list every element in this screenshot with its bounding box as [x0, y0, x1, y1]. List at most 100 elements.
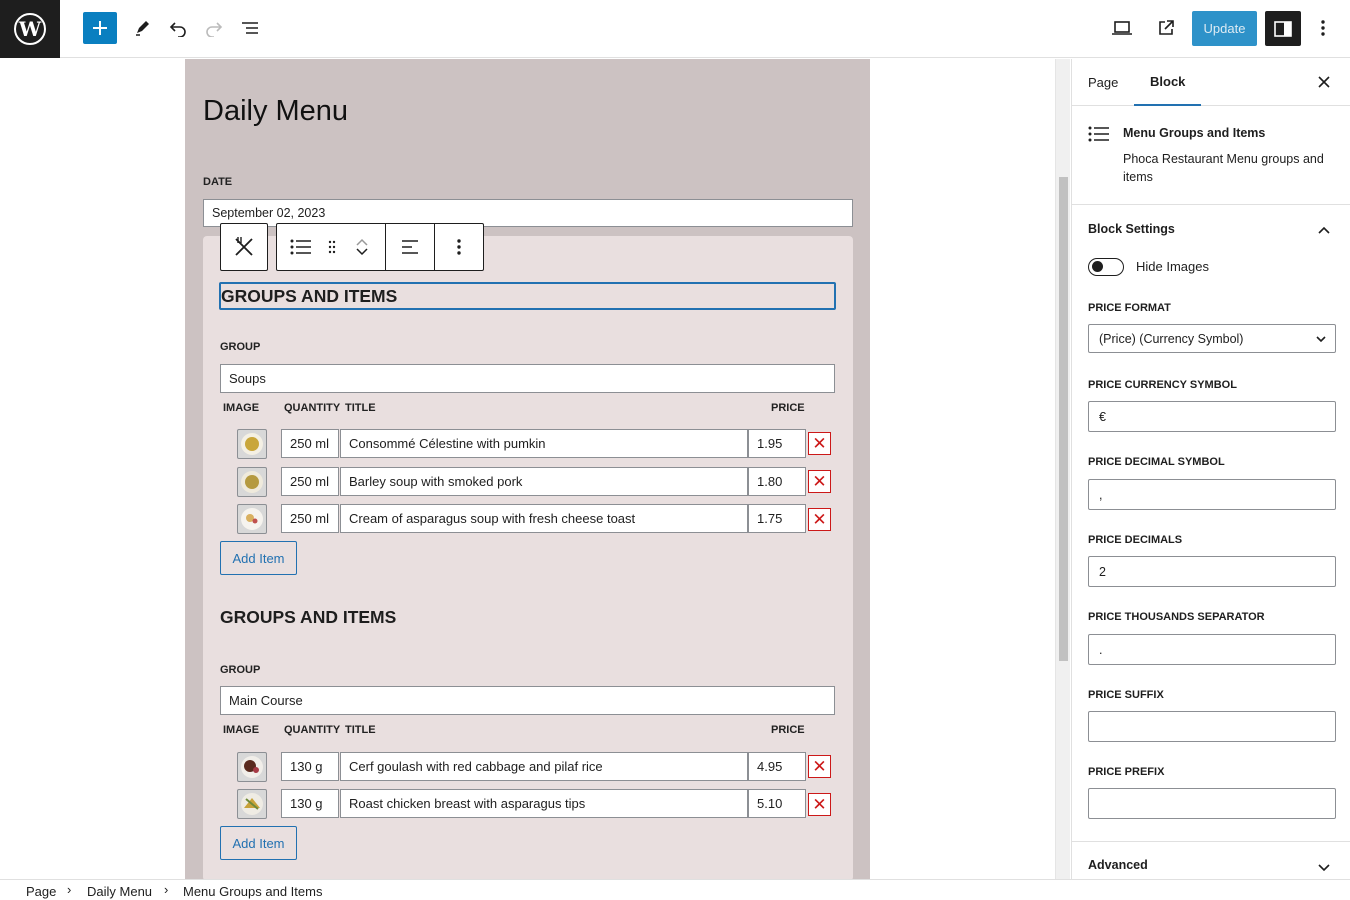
tab-page[interactable]: Page	[1072, 59, 1134, 106]
delete-item-button[interactable]: ✕	[808, 432, 831, 455]
prefix-field[interactable]	[1088, 788, 1336, 819]
item-title-field[interactable]: Cream of asparagus soup with fresh chees…	[340, 504, 748, 533]
block-settings-title[interactable]: Block Settings	[1088, 222, 1175, 236]
page-title[interactable]: Daily Menu	[203, 95, 348, 128]
page-content: Daily Menu DATE September 02, 2023 GROUP…	[185, 59, 870, 879]
delete-item-button[interactable]: ✕	[808, 793, 831, 816]
price-format-value: (Price) (Currency Symbol)	[1099, 331, 1244, 346]
move-controls	[339, 224, 385, 270]
undo-icon[interactable]	[161, 12, 195, 44]
group-heading[interactable]: GROUPS AND ITEMS	[219, 282, 836, 310]
sidebar-tabs: Page Block	[1072, 59, 1350, 106]
breadcrumb: Page › Daily Menu › Menu Groups and Item…	[0, 879, 1350, 900]
delete-item-button[interactable]: ✕	[808, 470, 831, 493]
item-quantity-field[interactable]: 130 g	[281, 752, 339, 781]
column-title: TITLE	[345, 724, 376, 736]
column-quantity: QUANTITY	[284, 724, 341, 736]
close-icon[interactable]	[1316, 74, 1332, 95]
item-title-field[interactable]: Cerf goulash with red cabbage and pilaf …	[340, 752, 748, 781]
item-image[interactable]	[237, 752, 267, 782]
breadcrumb-item[interactable]: Page	[26, 884, 56, 899]
item-image[interactable]	[237, 789, 267, 819]
group-name-field[interactable]: Main Course	[220, 686, 835, 715]
add-block-button[interactable]	[83, 12, 117, 44]
list-view-icon[interactable]	[233, 12, 267, 44]
currency-label: PRICE CURRENCY SYMBOL	[1088, 379, 1237, 391]
update-button[interactable]: Update	[1192, 11, 1257, 46]
price-format-label: PRICE FORMAT	[1088, 302, 1171, 314]
item-price-field[interactable]: 1.95	[748, 429, 806, 458]
chevron-up-icon[interactable]	[1317, 222, 1331, 240]
list-icon[interactable]	[277, 224, 325, 270]
item-title-field[interactable]: Consommé Célestine with pumkin	[340, 429, 748, 458]
decimals-label: PRICE DECIMALS	[1088, 534, 1183, 546]
group-label: GROUP	[220, 664, 261, 676]
hide-images-toggle[interactable]	[1088, 258, 1124, 276]
chevron-right-icon: ›	[67, 882, 72, 897]
delete-item-button[interactable]: ✕	[808, 755, 831, 778]
sidebar-icon[interactable]	[1265, 11, 1301, 46]
desktop-icon[interactable]	[1105, 12, 1139, 44]
breadcrumb-item[interactable]: Daily Menu	[87, 884, 152, 899]
group-name-field[interactable]: Soups	[220, 364, 835, 393]
close-icon: ✕	[812, 472, 827, 491]
group-label: GROUP	[220, 341, 261, 353]
breadcrumb-item[interactable]: Menu Groups and Items	[183, 884, 322, 899]
item-image[interactable]	[237, 467, 267, 497]
svg-text:W: W	[18, 17, 42, 41]
editor-canvas: Daily Menu DATE September 02, 2023 GROUP…	[0, 59, 1055, 879]
item-price-field[interactable]: 4.95	[748, 752, 806, 781]
align-icon[interactable]	[386, 224, 434, 270]
drag-icon[interactable]	[325, 224, 339, 270]
add-item-button[interactable]: Add Item	[220, 541, 297, 575]
block-title: Menu Groups and Items	[1123, 126, 1266, 140]
chevron-down-icon[interactable]	[355, 247, 369, 257]
date-label: DATE	[203, 176, 233, 188]
external-link-icon[interactable]	[1149, 12, 1183, 44]
item-price-field[interactable]: 5.10	[748, 789, 806, 818]
prefix-label: PRICE PREFIX	[1088, 766, 1165, 778]
delete-item-button[interactable]: ✕	[808, 508, 831, 531]
item-quantity-field[interactable]: 250 ml	[281, 429, 339, 458]
item-image[interactable]	[237, 504, 267, 534]
settings-sidebar: Page Block Menu Groups and Items Phoca R…	[1071, 59, 1350, 879]
add-item-button[interactable]: Add Item	[220, 826, 297, 860]
column-price: PRICE	[771, 724, 805, 736]
wordpress-logo[interactable]: W	[0, 0, 60, 58]
item-title-field[interactable]: Barley soup with smoked pork	[340, 467, 748, 496]
decimal-symbol-label: PRICE DECIMAL SYMBOL	[1088, 456, 1225, 468]
decimals-field[interactable]: 2	[1088, 556, 1336, 587]
thousands-label: PRICE THOUSANDS SEPARATOR	[1088, 611, 1265, 623]
item-quantity-field[interactable]: 250 ml	[281, 467, 339, 496]
block-type-toolbar[interactable]	[220, 223, 268, 271]
price-format-select[interactable]: (Price) (Currency Symbol)	[1088, 324, 1336, 353]
chevron-down-icon[interactable]	[1317, 860, 1331, 878]
editor-header: W Update	[0, 0, 1350, 58]
redo-icon[interactable]	[197, 12, 231, 44]
pencil-icon[interactable]	[125, 12, 159, 44]
group-heading[interactable]: GROUPS AND ITEMS	[220, 607, 396, 628]
close-icon: ✕	[812, 757, 827, 776]
item-quantity-field[interactable]: 130 g	[281, 789, 339, 818]
item-quantity-field[interactable]: 250 ml	[281, 504, 339, 533]
chevron-up-icon[interactable]	[355, 237, 369, 247]
fork-knife-icon[interactable]	[221, 224, 267, 270]
more-vertical-icon[interactable]	[1306, 12, 1340, 44]
advanced-title[interactable]: Advanced	[1088, 858, 1148, 872]
scrollbar-thumb[interactable]	[1059, 177, 1068, 661]
item-price-field[interactable]: 1.80	[748, 467, 806, 496]
menu-block[interactable]	[203, 236, 853, 879]
decimal-symbol-field[interactable]: ,	[1088, 479, 1336, 510]
close-icon: ✕	[812, 510, 827, 529]
tab-block[interactable]: Block	[1134, 59, 1202, 106]
item-title-field[interactable]: Roast chicken breast with asparagus tips	[340, 789, 748, 818]
column-price: PRICE	[771, 402, 805, 414]
currency-field[interactable]: €	[1088, 401, 1336, 432]
suffix-field[interactable]	[1088, 711, 1336, 742]
item-image[interactable]	[237, 429, 267, 459]
thousands-field[interactable]: .	[1088, 634, 1336, 665]
item-price-field[interactable]: 1.75	[748, 504, 806, 533]
hide-images-label: Hide Images	[1136, 259, 1209, 274]
canvas-scrollbar[interactable]	[1055, 59, 1070, 879]
block-options-icon[interactable]	[435, 224, 483, 270]
